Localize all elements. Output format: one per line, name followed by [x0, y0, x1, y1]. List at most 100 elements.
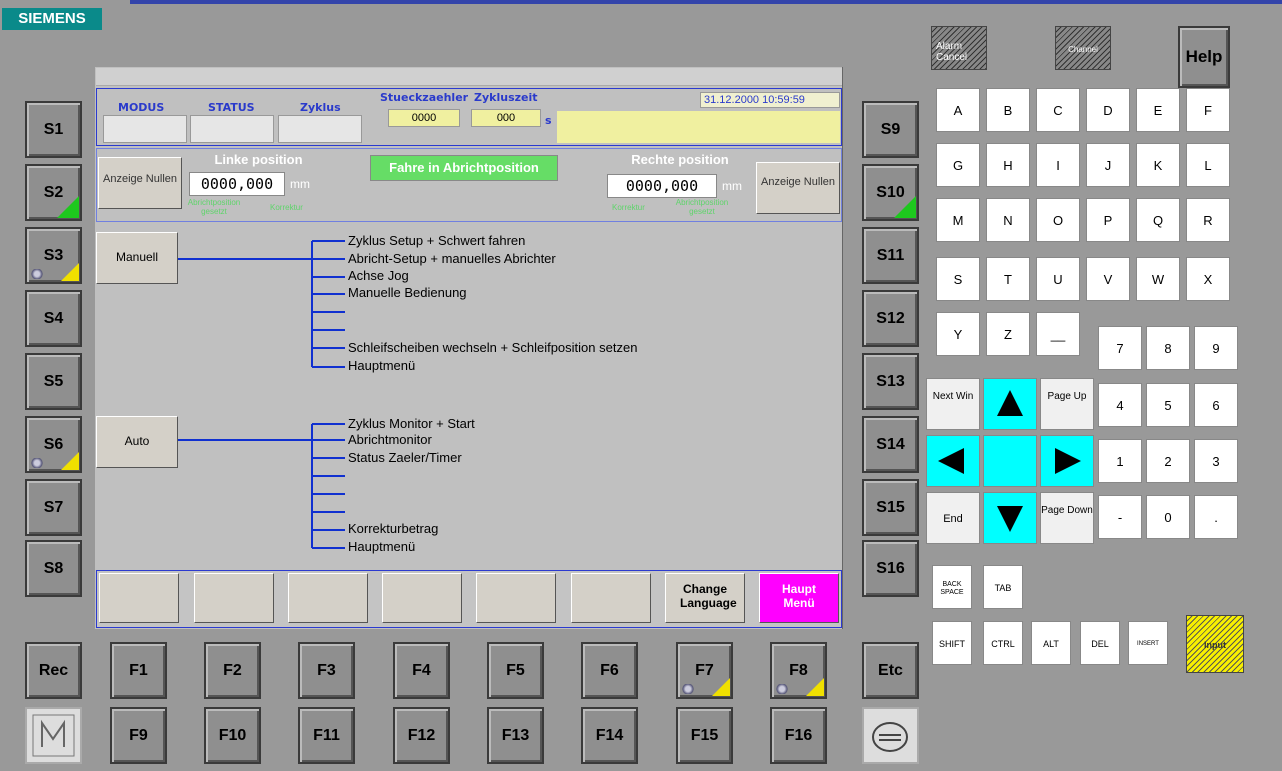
shift-key[interactable]: SHIFT — [932, 621, 972, 665]
key-2[interactable]: 2 — [1146, 439, 1190, 483]
hsk-3[interactable] — [288, 573, 368, 623]
softkey-s7[interactable]: S7 — [25, 479, 82, 536]
softkey-s8[interactable]: S8 — [25, 540, 82, 597]
key-d[interactable]: D — [1086, 88, 1130, 132]
fkey-f7[interactable]: F7 — [676, 642, 733, 699]
key-a[interactable]: A — [936, 88, 980, 132]
key-5[interactable]: 5 — [1146, 383, 1190, 427]
softkey-s10[interactable]: S10 — [862, 164, 919, 221]
key-w[interactable]: W — [1136, 257, 1180, 301]
softkey-s2[interactable]: S2 — [25, 164, 82, 221]
key-v[interactable]: V — [1086, 257, 1130, 301]
key-period[interactable]: . — [1194, 495, 1238, 539]
key-0[interactable]: 0 — [1146, 495, 1190, 539]
next-win-button[interactable]: Next Win — [926, 378, 980, 430]
alarm-cancel-button[interactable]: Alarm Cancel — [931, 26, 987, 70]
backspace-key[interactable]: BACK SPACE — [932, 565, 972, 609]
change-language-button[interactable]: Change Language — [665, 573, 745, 623]
key-m[interactable]: M — [936, 198, 980, 242]
key-e[interactable]: E — [1136, 88, 1180, 132]
help-button[interactable]: Help — [1178, 26, 1230, 88]
key-p[interactable]: P — [1086, 198, 1130, 242]
softkey-s15[interactable]: S15 — [862, 479, 919, 536]
channel-button[interactable]: Channel — [1055, 26, 1111, 70]
key-x[interactable]: X — [1186, 257, 1230, 301]
softkey-s5[interactable]: S5 — [25, 353, 82, 410]
key-n[interactable]: N — [986, 198, 1030, 242]
page-down-button[interactable]: Page Down — [1040, 492, 1094, 544]
softkey-s9[interactable]: S9 — [862, 101, 919, 158]
fkey-f14[interactable]: F14 — [581, 707, 638, 764]
key-minus[interactable]: - — [1098, 495, 1142, 539]
key-o[interactable]: O — [1036, 198, 1080, 242]
softkey-s1[interactable]: S1 — [25, 101, 82, 158]
hsk-1[interactable] — [99, 573, 179, 623]
softkey-s13[interactable]: S13 — [862, 353, 919, 410]
softkey-s12[interactable]: S12 — [862, 290, 919, 347]
alt-key[interactable]: ALT — [1031, 621, 1071, 665]
key-s[interactable]: S — [936, 257, 980, 301]
fkey-f6[interactable]: F6 — [581, 642, 638, 699]
softkey-s11[interactable]: S11 — [862, 227, 919, 284]
key-3[interactable]: 3 — [1194, 439, 1238, 483]
rec-button[interactable]: Rec — [25, 642, 82, 699]
fkey-f1[interactable]: F1 — [110, 642, 167, 699]
page-up-button[interactable]: Page Up — [1040, 378, 1094, 430]
key-g[interactable]: G — [936, 143, 980, 187]
left-arrow-button[interactable] — [926, 435, 980, 487]
key-u[interactable]: U — [1036, 257, 1080, 301]
fkey-f13[interactable]: F13 — [487, 707, 544, 764]
end-button[interactable]: End — [926, 492, 980, 544]
fkey-f16[interactable]: F16 — [770, 707, 827, 764]
key-l[interactable]: L — [1186, 143, 1230, 187]
key-i[interactable]: I — [1036, 143, 1080, 187]
up-arrow-button[interactable] — [983, 378, 1037, 430]
tab-key[interactable]: TAB — [983, 565, 1023, 609]
key-y[interactable]: Y — [936, 312, 980, 356]
insert-key[interactable]: INSERT — [1128, 621, 1168, 665]
right-arrow-button[interactable] — [1040, 435, 1094, 487]
del-key[interactable]: DEL — [1080, 621, 1120, 665]
fkey-f3[interactable]: F3 — [298, 642, 355, 699]
fkey-f11[interactable]: F11 — [298, 707, 355, 764]
key-b[interactable]: B — [986, 88, 1030, 132]
key-h[interactable]: H — [986, 143, 1030, 187]
key-k[interactable]: K — [1136, 143, 1180, 187]
key-r[interactable]: R — [1186, 198, 1230, 242]
recall-button[interactable] — [862, 707, 919, 764]
ctrl-key[interactable]: CTRL — [983, 621, 1023, 665]
fkey-f4[interactable]: F4 — [393, 642, 450, 699]
key-4[interactable]: 4 — [1098, 383, 1142, 427]
etc-button[interactable]: Etc — [862, 642, 919, 699]
key-1[interactable]: 1 — [1098, 439, 1142, 483]
hsk-2[interactable] — [194, 573, 274, 623]
fkey-f5[interactable]: F5 — [487, 642, 544, 699]
key-8[interactable]: 8 — [1146, 326, 1190, 370]
fkey-f10[interactable]: F10 — [204, 707, 261, 764]
key-q[interactable]: Q — [1136, 198, 1180, 242]
key-6[interactable]: 6 — [1194, 383, 1238, 427]
softkey-s14[interactable]: S14 — [862, 416, 919, 473]
fkey-f8[interactable]: F8 — [770, 642, 827, 699]
hsk-5[interactable] — [476, 573, 556, 623]
key-c[interactable]: C — [1036, 88, 1080, 132]
key-9[interactable]: 9 — [1194, 326, 1238, 370]
key-underscore[interactable]: __ — [1036, 312, 1080, 356]
softkey-s16[interactable]: S16 — [862, 540, 919, 597]
key-j[interactable]: J — [1086, 143, 1130, 187]
softkey-s4[interactable]: S4 — [25, 290, 82, 347]
softkey-s3[interactable]: S3 — [25, 227, 82, 284]
key-f[interactable]: F — [1186, 88, 1230, 132]
softkey-s6[interactable]: S6 — [25, 416, 82, 473]
key-z[interactable]: Z — [986, 312, 1030, 356]
fkey-f15[interactable]: F15 — [676, 707, 733, 764]
hsk-4[interactable] — [382, 573, 462, 623]
haupt-menu-button[interactable]: Haupt Menü — [759, 573, 839, 623]
down-arrow-button[interactable] — [983, 492, 1037, 544]
key-7[interactable]: 7 — [1098, 326, 1142, 370]
center-key[interactable] — [983, 435, 1037, 487]
key-t[interactable]: T — [986, 257, 1030, 301]
hsk-6[interactable] — [571, 573, 651, 623]
machine-m-button[interactable] — [25, 707, 82, 764]
fkey-f2[interactable]: F2 — [204, 642, 261, 699]
